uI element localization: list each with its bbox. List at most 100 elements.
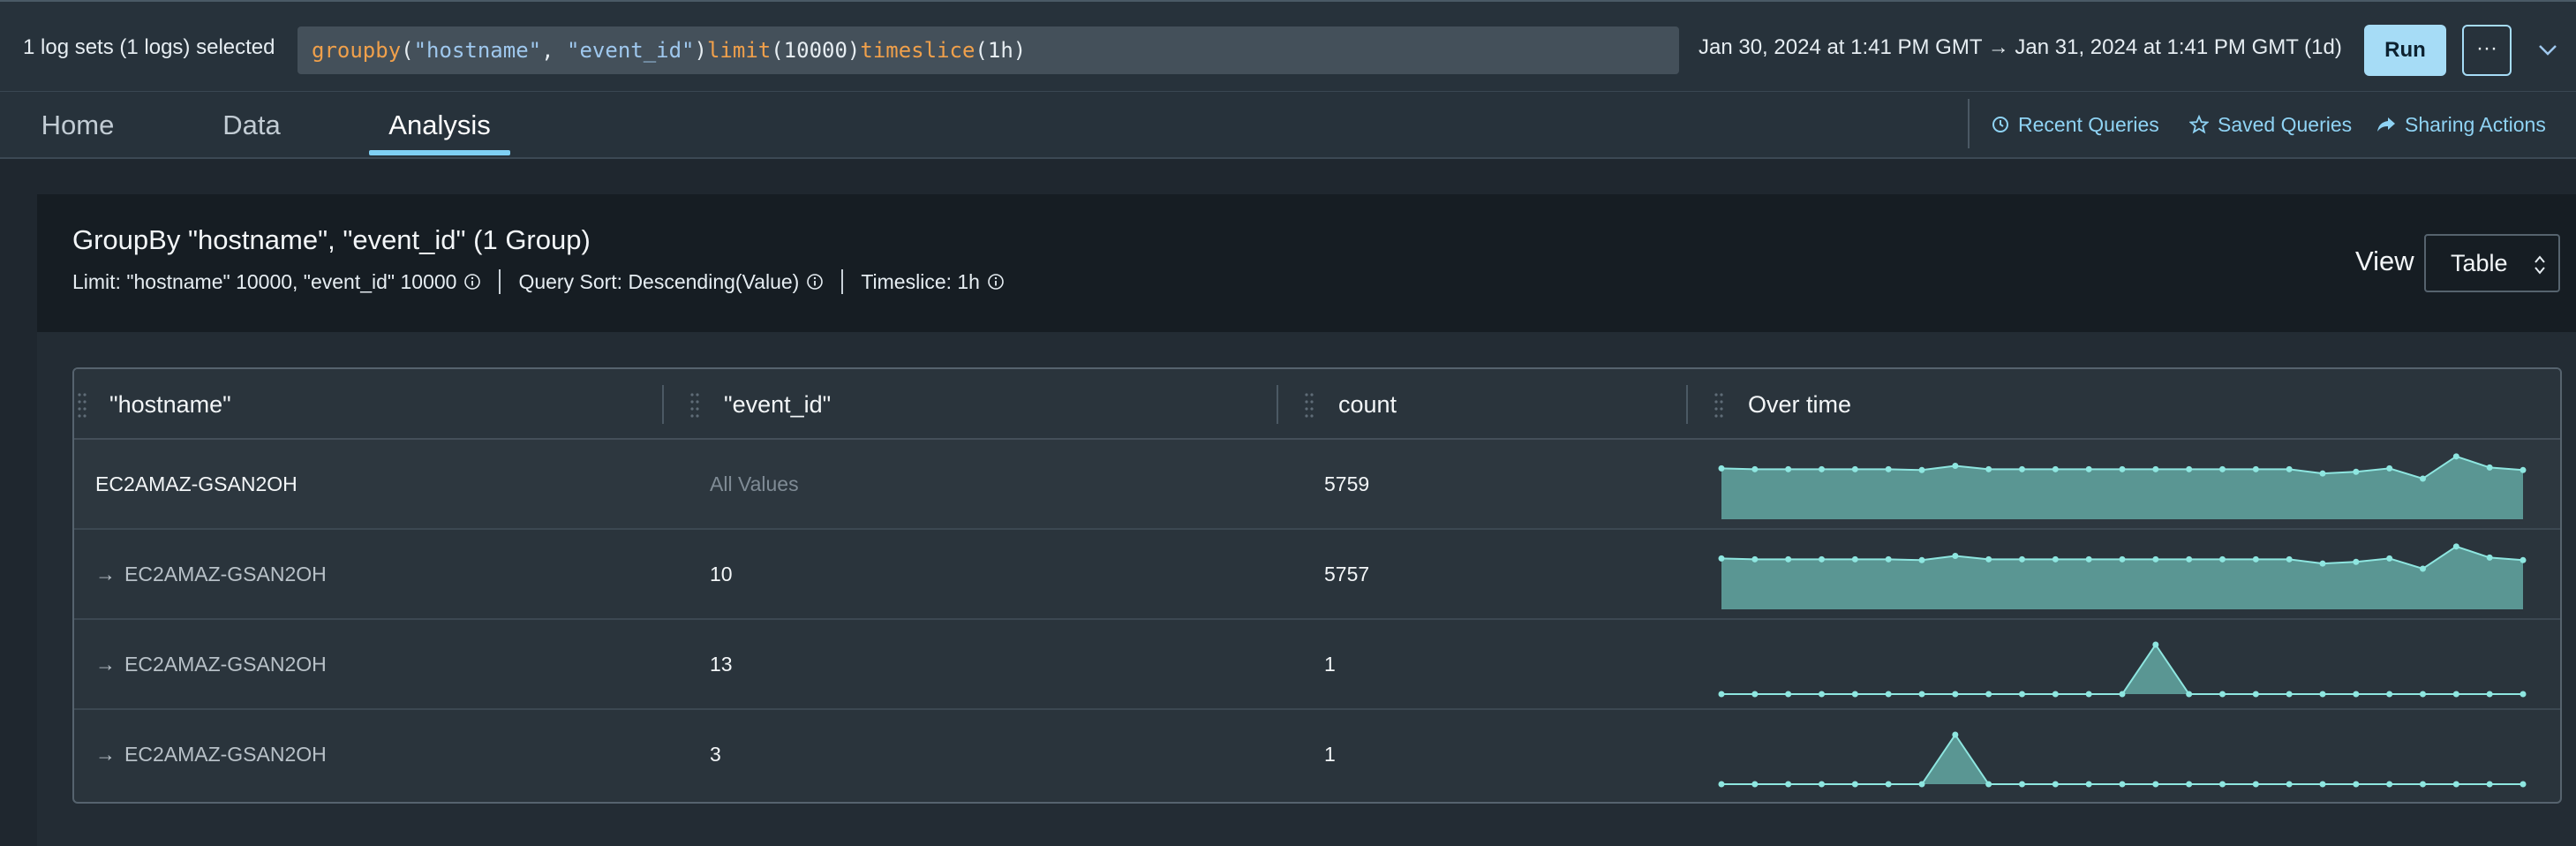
sparkline-point xyxy=(1885,465,1892,472)
query-input[interactable]: groupby("hostname", "event_id")limit(100… xyxy=(298,26,1679,74)
time-range-picker[interactable]: Jan 30, 2024 at 1:41 PM GMT → Jan 31, 20… xyxy=(1699,35,2342,60)
sparkline-point xyxy=(1985,781,1992,788)
sparkline-point xyxy=(1718,781,1725,788)
query-token: groupby xyxy=(312,38,402,63)
sparkline-point xyxy=(1785,555,1792,563)
column-header-over-time: Over time xyxy=(1748,391,1852,418)
table-row[interactable]: → EC2AMAZ-GSAN2OH 13 1 xyxy=(74,620,2560,710)
sparkline-point xyxy=(2452,543,2459,550)
tab-analysis[interactable]: Analysis xyxy=(369,92,510,159)
column-header-event-id[interactable]: "event_id" xyxy=(724,369,831,440)
drag-handle-icon[interactable] xyxy=(1305,392,1314,419)
sparkline-point xyxy=(2252,781,2259,788)
sparkline-point xyxy=(2353,691,2360,698)
sparkline-point xyxy=(2386,555,2393,562)
event-id-cell: All Values xyxy=(710,472,799,495)
column-header-hostname[interactable]: "hostname" xyxy=(109,369,231,440)
sparkline-point xyxy=(1819,465,1825,472)
view-label: View xyxy=(2355,245,2414,276)
sparkline-point xyxy=(2052,465,2059,472)
tab-home[interactable]: Home xyxy=(34,92,122,159)
sparkline-point xyxy=(2252,555,2259,563)
view-select[interactable]: Table xyxy=(2424,234,2560,292)
sparkline-area xyxy=(1721,456,2523,519)
sparkline-point xyxy=(1851,781,1858,788)
column-divider xyxy=(662,385,664,424)
arrow-right-icon: → xyxy=(95,653,116,676)
info-icon[interactable] xyxy=(806,273,824,291)
sharing-actions-button[interactable]: Sharing Actions xyxy=(2376,111,2546,138)
sparkline-point xyxy=(1819,691,1825,698)
sparkline-point xyxy=(2186,781,2193,788)
table-row[interactable]: → EC2AMAZ-GSAN2OH 10 5757 xyxy=(74,530,2560,620)
sparkline-point xyxy=(2353,468,2360,475)
sparkline-point xyxy=(2286,781,2293,788)
column-header-count[interactable]: count xyxy=(1338,369,1397,440)
sparkline-point xyxy=(1918,466,1925,473)
sparkline-point xyxy=(2420,781,2426,788)
drag-handle-icon[interactable] xyxy=(1714,392,1723,419)
query-bar: 1 log sets (1 logs) selected groupby("ho… xyxy=(0,0,2576,92)
query-token: timeslice xyxy=(860,38,975,63)
results-table: "hostname" "event_id" count Over time EC… xyxy=(72,367,2562,804)
sparkline-point xyxy=(2152,641,2159,648)
run-button[interactable]: Run xyxy=(2364,25,2446,76)
sparkline-point xyxy=(1718,555,1725,562)
sparkline-point xyxy=(2186,555,2193,563)
sparkline-point xyxy=(2219,465,2226,472)
sparkline-point xyxy=(1918,556,1925,563)
tab-divider xyxy=(1968,99,1970,148)
sparkline-point xyxy=(2252,465,2259,472)
sparkline-point xyxy=(1718,691,1725,698)
info-icon[interactable] xyxy=(987,273,1005,291)
sparkline-point xyxy=(2286,555,2293,563)
query-token: (1h) xyxy=(975,38,1027,63)
sparkline-point xyxy=(2420,475,2426,482)
sparkline-point xyxy=(2085,691,2092,698)
sparkline-point xyxy=(1785,465,1792,472)
limit-text: Limit: "hostname" 10000, "event_id" 1000… xyxy=(72,269,457,293)
recent-queries-button[interactable]: Recent Queries xyxy=(1992,111,2159,138)
sparkline-point xyxy=(1819,555,1825,563)
active-tab-indicator xyxy=(369,150,510,155)
column-divider xyxy=(1277,385,1278,424)
share-icon xyxy=(2377,117,2395,132)
saved-queries-button[interactable]: Saved Queries xyxy=(2189,111,2352,138)
sparkline-point xyxy=(2486,464,2493,471)
drag-handle-icon[interactable] xyxy=(690,392,699,419)
clock-icon xyxy=(1992,117,2008,132)
count-cell: 5759 xyxy=(1324,472,1370,495)
sparkline-point xyxy=(1751,555,1759,563)
chevron-down-icon[interactable] xyxy=(2535,37,2560,62)
sparkline-point xyxy=(2386,691,2393,698)
sparkline-point xyxy=(1952,552,1959,559)
query-token: , xyxy=(541,38,568,63)
sort-text: Query Sort: Descending(Value) xyxy=(518,269,800,293)
meta-divider xyxy=(841,269,844,294)
sparkline-point xyxy=(2152,555,2159,563)
sparkline-point xyxy=(1751,465,1759,472)
info-icon[interactable] xyxy=(463,273,481,291)
count-cell: 1 xyxy=(1324,653,1336,676)
log-sets-selector[interactable]: 1 log sets (1 logs) selected xyxy=(23,35,275,60)
sparkline-point xyxy=(1918,781,1925,788)
recent-queries-label: Recent Queries xyxy=(2018,113,2159,136)
sparkline-point xyxy=(1718,465,1725,472)
sparkline-point xyxy=(1985,555,1992,563)
sparkline-point xyxy=(2452,781,2459,788)
sparkline-point xyxy=(2085,465,2092,472)
sparkline-point xyxy=(2286,691,2293,698)
count-cell: 5757 xyxy=(1324,563,1370,585)
table-row[interactable]: → EC2AMAZ-GSAN2OH 3 1 xyxy=(74,710,2560,800)
sparkline-point xyxy=(2019,465,2025,472)
query-token: "hostname" xyxy=(413,38,542,63)
table-header: "hostname" "event_id" count Over time xyxy=(74,369,2560,440)
sparkline-point xyxy=(1851,691,1858,698)
table-row[interactable]: EC2AMAZ-GSAN2OH All Values 5759 xyxy=(74,440,2560,530)
more-options-button[interactable]: ··· xyxy=(2462,25,2512,76)
sparkline xyxy=(1718,731,2527,788)
tab-data[interactable]: Data xyxy=(212,92,291,159)
view-select-value: Table xyxy=(2451,250,2508,276)
drag-handle-icon[interactable] xyxy=(78,392,87,419)
query-token: ) xyxy=(694,38,707,63)
